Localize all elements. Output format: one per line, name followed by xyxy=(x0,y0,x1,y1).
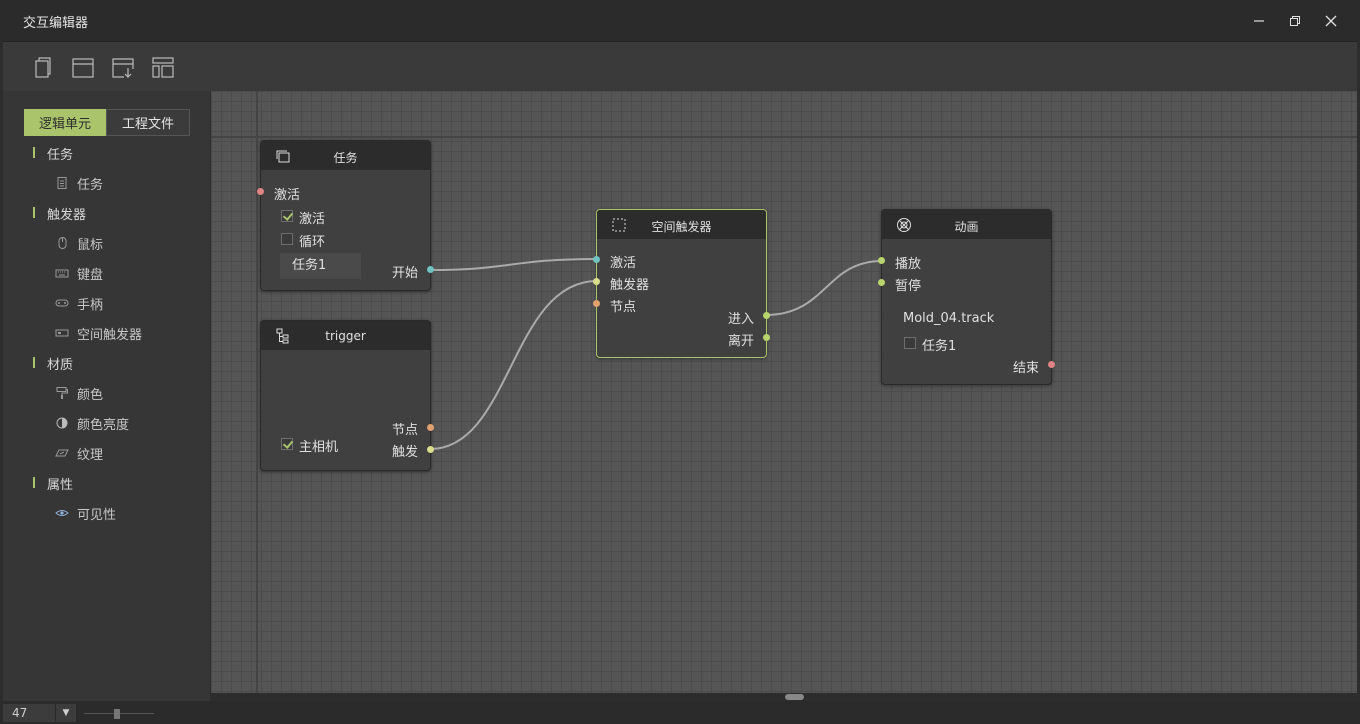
port-label-start: 开始 xyxy=(392,266,419,281)
tab-logic-units[interactable]: 逻辑单元 xyxy=(24,109,106,136)
node-task[interactable]: 任务 激活 激活 循环 任务1 开始 xyxy=(260,140,431,291)
anim-end-output-port[interactable] xyxy=(1048,361,1055,368)
task-start-output-port[interactable] xyxy=(427,266,434,273)
node-space-trigger[interactable]: 空间触发器 激活 触发器 节点 进入 离开 xyxy=(596,209,767,358)
restore-icon xyxy=(1290,16,1300,26)
port-label-pause: 暂停 xyxy=(895,279,922,294)
restore-button[interactable] xyxy=(1282,8,1308,34)
zoom-slider-thumb[interactable] xyxy=(114,709,120,719)
activate-checkbox[interactable] xyxy=(281,210,293,222)
track-name: Mold_04.track xyxy=(903,311,995,326)
port-label-activate: 激活 xyxy=(274,188,301,203)
connection-start-to-activate xyxy=(429,258,598,271)
close-icon xyxy=(1325,15,1337,27)
close-button[interactable] xyxy=(1318,8,1344,34)
connection-enter-to-play xyxy=(765,260,883,316)
status-bar: 47 ▼ xyxy=(0,701,1360,724)
port-label-trigger: 触发器 xyxy=(610,278,650,293)
toolbar xyxy=(3,41,1357,91)
node-title: 空间触发器 xyxy=(651,220,712,234)
port-label-activate: 激活 xyxy=(610,256,637,271)
loop-checkbox-label: 循环 xyxy=(299,235,326,250)
new-file-icon xyxy=(35,57,51,78)
task1-checkbox[interactable] xyxy=(904,337,916,349)
port-label-node: 节点 xyxy=(392,423,419,438)
gamepad-icon xyxy=(55,299,69,307)
port-label-trigger: 触发 xyxy=(392,445,419,460)
node-title: 动画 xyxy=(954,220,979,234)
layout-button[interactable] xyxy=(151,56,175,80)
node-header[interactable]: trigger xyxy=(261,321,430,350)
import-icon xyxy=(112,58,134,78)
window-title: 交互编辑器 xyxy=(23,16,89,31)
task-activate-input-port[interactable] xyxy=(257,188,264,195)
space-enter-output-port[interactable] xyxy=(763,312,770,319)
activate-checkbox-label: 激活 xyxy=(299,212,326,227)
import-button[interactable] xyxy=(111,56,135,80)
node-header[interactable]: 空间触发器 xyxy=(597,210,766,239)
mouse-icon xyxy=(58,237,67,249)
space-node-input-port[interactable] xyxy=(593,300,600,307)
trigger-node-output-port[interactable] xyxy=(427,424,434,431)
main-camera-checkbox[interactable] xyxy=(281,438,293,450)
task-name-field[interactable]: 任务1 xyxy=(280,253,361,279)
node-trigger[interactable]: trigger 主相机 节点 触发 xyxy=(260,320,431,471)
main-camera-checkbox-label: 主相机 xyxy=(299,440,339,455)
space-trigger-input-port[interactable] xyxy=(593,278,600,285)
port-label-end: 结束 xyxy=(1013,361,1040,376)
new-file-button[interactable] xyxy=(31,56,55,80)
node-animation[interactable]: 动画 播放 暂停 Mold_04.track 任务1 结束 xyxy=(881,209,1052,385)
keyboard-icon xyxy=(55,269,69,278)
window-icon xyxy=(72,58,94,78)
texture-icon xyxy=(55,449,69,457)
node-header[interactable]: 任务 xyxy=(261,141,430,170)
node-title: trigger xyxy=(325,329,366,343)
node-graph-canvas[interactable]: 任务 激活 激活 循环 任务1 开始 trigger 主相机 节点 触发 空间触… xyxy=(211,91,1357,693)
anim-play-input-port[interactable] xyxy=(878,257,885,264)
loop-checkbox[interactable] xyxy=(281,233,293,245)
document-icon xyxy=(57,177,67,189)
space-activate-input-port[interactable] xyxy=(593,256,600,263)
space-leave-output-port[interactable] xyxy=(763,334,770,341)
port-label-play: 播放 xyxy=(895,257,922,272)
node-title: 任务 xyxy=(333,151,358,165)
space-trigger-icon xyxy=(55,329,69,337)
minimize-button[interactable] xyxy=(1246,8,1272,34)
port-label-leave: 离开 xyxy=(728,334,755,349)
tab-project-files[interactable]: 工程文件 xyxy=(106,109,190,136)
trigger-trigger-output-port[interactable] xyxy=(427,446,434,453)
minimize-icon xyxy=(1254,20,1264,22)
window-button[interactable] xyxy=(71,56,95,80)
port-label-enter: 进入 xyxy=(728,312,755,327)
connection-trigger-to-trigger xyxy=(429,280,598,450)
title-bar: 交互编辑器 xyxy=(0,0,1360,41)
anim-pause-input-port[interactable] xyxy=(878,279,885,286)
paint-roller-icon xyxy=(56,387,68,399)
zoom-dropdown-button[interactable]: ▼ xyxy=(55,704,76,722)
logic-unit-panel: 逻辑单元 工程文件 任务 任务 触发器 鼠标 键盘 手柄 空间触发器 材质 颜色… xyxy=(3,91,210,701)
task1-checkbox-label: 任务1 xyxy=(922,339,957,354)
horizontal-scrollbar-thumb[interactable] xyxy=(785,694,804,700)
caret-down-icon: ▼ xyxy=(62,708,70,718)
node-header[interactable]: 动画 xyxy=(882,210,1051,239)
port-label-node: 节点 xyxy=(610,300,637,315)
eye-icon xyxy=(55,510,69,516)
zoom-value-input[interactable]: 47 xyxy=(3,704,55,722)
brightness-icon xyxy=(56,417,68,429)
layout-icon xyxy=(152,57,174,78)
